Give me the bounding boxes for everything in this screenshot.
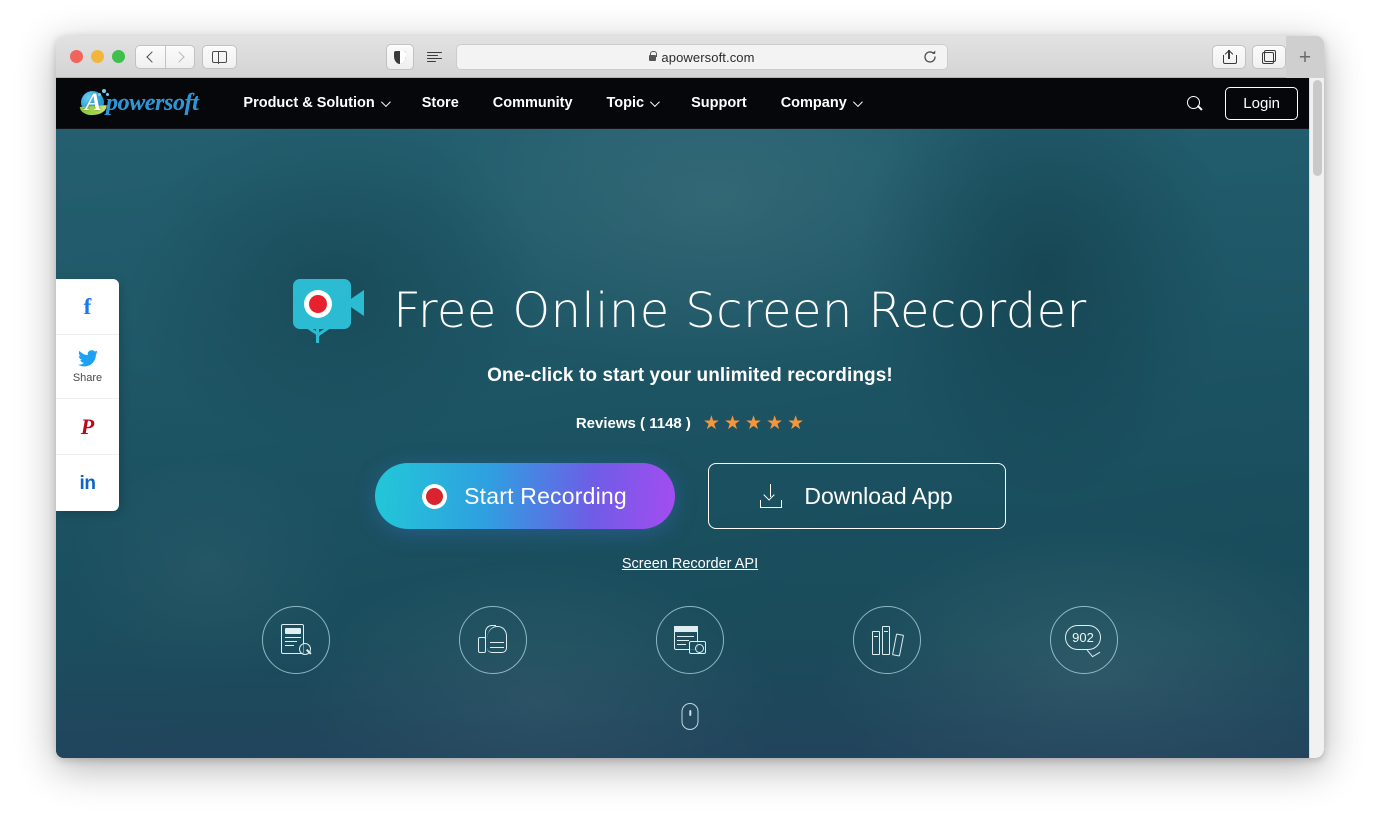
chevron-down-icon [380,96,391,107]
apowersoft-logo[interactable]: A powersoft [79,88,199,118]
download-app-label: Download App [804,482,953,509]
sidebar-toggle-button[interactable] [202,45,237,69]
chevron-left-icon [146,51,158,63]
nav-item-store[interactable]: Store [405,78,476,129]
nav-label: Product & Solution [243,95,375,111]
nav-item-community[interactable]: Community [476,78,590,129]
nav-label: Community [492,95,573,111]
share-twitter-button[interactable]: Share [56,335,119,399]
nav-item-support[interactable]: Support [674,78,764,129]
new-tab-button[interactable]: + [1286,36,1324,78]
share-icon [1223,49,1237,64]
privacy-shield-icon [394,50,406,64]
nav-label: Support [691,95,747,111]
comments-count: 902 [1072,630,1094,645]
pinterest-icon: P [80,413,95,439]
back-button[interactable] [135,45,165,69]
browser-window: apowersoft.com + A powersoft Product & S… [56,36,1324,758]
window-traffic-lights [70,50,125,63]
page-viewport: A powersoft Product & Solution Store Com… [56,78,1324,758]
document-search-icon [281,624,312,656]
chevron-right-icon [172,51,185,63]
privacy-report-button[interactable] [386,44,414,70]
lock-icon [649,50,658,61]
show-all-tabs-icon [1262,50,1276,64]
browser-toolbar: apowersoft.com + [56,36,1324,78]
twitter-icon [77,349,98,371]
facebook-icon: f [83,294,92,319]
start-recording-label: Start Recording [464,482,627,509]
download-app-button[interactable]: Download App [707,463,1006,529]
nav-label: Topic [606,95,645,111]
search-icon [1186,95,1202,111]
star-rating: ★ ★ ★ ★ ★ [703,414,804,433]
nav-label: Company [780,95,847,111]
share-label: Share [72,371,103,384]
books-library-icon [872,625,905,657]
page-scrollbar[interactable] [1309,78,1324,758]
download-icon [760,484,783,508]
login-button[interactable]: Login [1225,86,1298,120]
chevron-down-icon [650,96,660,107]
share-button[interactable] [1212,45,1246,69]
feature-thumbs-up-button[interactable] [459,606,527,674]
address-bar-url: apowersoft.com [661,49,755,65]
star-icon: ★ [723,413,742,434]
feature-icon-row: 902 [262,606,1118,674]
linkedin-icon: in [79,472,96,494]
sidebar-toggle-icon [212,50,227,64]
comments-bubble-icon: 902 [1065,625,1103,658]
reader-view-button[interactable] [420,44,448,70]
reviews-count-label: Reviews ( 1148 ) [575,415,691,432]
screen-recorder-api-link[interactable]: Screen Recorder API [622,556,758,572]
forward-button[interactable] [165,45,195,69]
reload-icon [924,50,936,63]
logo-wordmark: powersoft [106,89,199,116]
address-bar-area: apowersoft.com [386,44,948,70]
cta-button-row: Start Recording Download App [374,463,1006,529]
star-icon: ★ [766,413,784,434]
share-linkedin-button[interactable]: in [56,455,119,511]
logo-mark-icon: A [79,88,109,116]
scroll-down-mouse-icon[interactable] [681,703,699,730]
nav-item-topic[interactable]: Topic [590,78,675,129]
close-window-button[interactable] [70,50,83,63]
hero-subtitle: One-click to start your unlimited record… [487,365,893,386]
screenshot-camera-icon [674,626,706,654]
star-icon: ★ [787,413,805,434]
zoom-window-button[interactable] [112,50,125,63]
star-icon: ★ [702,413,720,434]
chevron-down-icon [852,96,863,107]
show-all-tabs-button[interactable] [1252,45,1286,69]
record-dot-icon [422,483,448,509]
reader-view-icon [426,51,442,63]
page-title: Free Online Screen Recorder [393,283,1087,339]
nav-item-company[interactable]: Company [764,78,877,129]
share-pinterest-button[interactable]: P [56,399,119,455]
feature-comments-button[interactable]: 902 [1050,606,1118,674]
minimize-window-button[interactable] [91,50,104,63]
hero-title-row: Free Online Screen Recorder [293,279,1086,343]
star-icon: ★ [745,413,763,434]
nav-label: Store [421,95,459,111]
start-recording-button[interactable]: Start Recording [374,463,675,529]
feature-document-search-button[interactable] [262,606,330,674]
hero-section: Free Online Screen Recorder One-click to… [56,129,1324,758]
page-scrollbar-thumb[interactable] [1313,80,1322,176]
video-camera-record-icon [293,279,371,343]
address-bar-input[interactable]: apowersoft.com [456,44,948,70]
nav-right-group: Login [1177,86,1298,120]
social-share-rail: f Share P in [56,279,119,511]
feature-books-button[interactable] [853,606,921,674]
site-navigation-bar: A powersoft Product & Solution Store Com… [56,78,1324,129]
reload-button[interactable] [922,49,938,65]
site-search-button[interactable] [1177,86,1211,120]
nav-item-product-solution[interactable]: Product & Solution [226,78,404,129]
feature-screenshot-button[interactable] [656,606,724,674]
logo-dots-icon [97,88,109,98]
reviews-row: Reviews ( 1148 ) ★ ★ ★ ★ ★ [576,414,804,433]
share-facebook-button[interactable]: f [56,279,119,335]
thumbs-up-icon [478,625,508,655]
